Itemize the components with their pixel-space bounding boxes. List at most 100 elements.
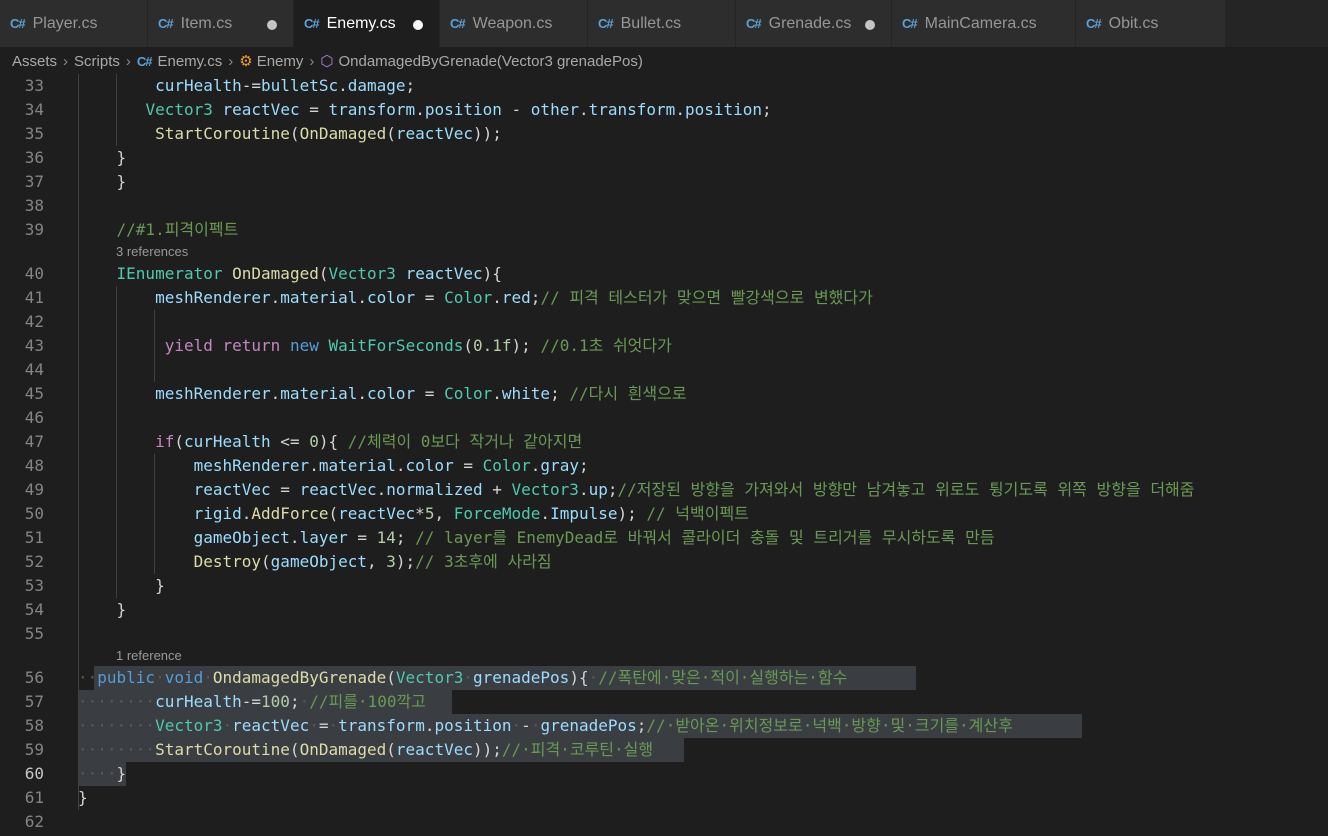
code-token: curHealth (155, 76, 242, 95)
code-token: ); (617, 504, 647, 523)
code-line[interactable]: 35 StartCoroutine(OnDamaged(reactVec)); (0, 122, 1328, 146)
code-token: OnDamaged (232, 264, 319, 283)
unsaved-dot-icon[interactable] (865, 20, 875, 30)
codelens-reference[interactable]: 1 reference (116, 646, 182, 666)
line-number: 34 (24, 100, 44, 119)
tab-bullet[interactable]: C# Bullet.cs (588, 0, 736, 47)
code-token: curHealth (183, 432, 271, 451)
code-token: · (511, 716, 522, 735)
breadcrumb-assets[interactable]: Assets (12, 53, 57, 70)
code-line[interactable]: 61} (0, 786, 1328, 810)
code-token: StartCoroutine (155, 740, 290, 759)
line-number: 55 (24, 624, 44, 643)
code-token: OnDamaged (299, 124, 387, 143)
code-line[interactable]: 45 meshRenderer.material.color = Color.w… (0, 382, 1328, 406)
code-line[interactable]: 47 if(curHealth <= 0){ //체력이 0보다 작거나 같아지… (0, 430, 1328, 454)
code-token: ForceMode (453, 504, 541, 523)
csharp-icon: C# (746, 16, 762, 31)
code-line[interactable]: 48 meshRenderer.material.color = Color.g… (0, 454, 1328, 478)
code-line[interactable]: 53 } (0, 574, 1328, 598)
code-editor[interactable]: 3 references 1 reference 33 curHealth-=b… (0, 74, 1328, 836)
code-token: new (289, 336, 319, 355)
code-line[interactable]: 49 reactVec = reactVec.normalized + Vect… (0, 478, 1328, 502)
code-token: ( (463, 336, 473, 355)
code-line[interactable]: 62 (0, 810, 1328, 834)
breadcrumb-class[interactable]: Enemy (257, 53, 304, 70)
tab-enemy[interactable]: C# Enemy.cs (294, 0, 440, 47)
code-token: . (270, 288, 281, 307)
tab-weapon[interactable]: C# Weapon.cs (440, 0, 588, 47)
code-token: ; (578, 456, 589, 475)
line-number: 37 (24, 172, 44, 191)
code-line[interactable]: 59 ········StartCoroutine(OnDamaged(react… (0, 738, 1328, 762)
tab-grenade[interactable]: C# Grenade.cs (736, 0, 892, 47)
line-number: 62 (24, 812, 44, 831)
code-token: position (434, 716, 512, 735)
code-token: color (405, 456, 454, 475)
code-line[interactable]: 36 } (0, 146, 1328, 170)
code-line[interactable]: 42 (0, 310, 1328, 334)
code-token: public (97, 668, 156, 687)
code-token: ){ (318, 432, 348, 451)
code-line[interactable]: 44 (0, 358, 1328, 382)
unsaved-dot-icon[interactable] (413, 20, 423, 30)
code-line[interactable]: 56 ··public·void·OndamagedByGrenade(Vecto… (0, 666, 1328, 690)
code-line[interactable]: 40 IEnumerator OnDamaged(Vector3 reactVe… (0, 262, 1328, 286)
code-line[interactable]: 55 (0, 622, 1328, 646)
csharp-icon: C# (10, 16, 26, 31)
code-token: . (289, 528, 300, 547)
breadcrumb-method[interactable]: OndamagedByGrenade(Vector3 grenadePos) (338, 53, 642, 70)
breadcrumb-file[interactable]: Enemy.cs (157, 53, 222, 70)
code-line[interactable]: 43 yield return new WaitForSeconds(0.1f)… (0, 334, 1328, 358)
code-text: meshRenderer.material.color = Color.red;… (78, 286, 873, 310)
csharp-icon: C# (136, 53, 153, 69)
tab-obit[interactable]: C# Obit.cs (1076, 0, 1226, 47)
code-token: ( (261, 552, 271, 571)
code-text: curHealth-=bulletSc.damage; (78, 74, 415, 98)
breadcrumb: Assets › Scripts › C# Enemy.cs › ⚙ Enemy… (0, 47, 1328, 75)
code-line[interactable]: 37 } (0, 170, 1328, 194)
codelens-references[interactable]: 3 references (116, 242, 188, 262)
code-line[interactable]: 39 //#1.피격이펙트 (0, 218, 1328, 242)
csharp-icon: C# (158, 16, 174, 31)
breadcrumb-scripts[interactable]: Scripts (74, 53, 120, 70)
code-token: , (367, 552, 387, 571)
csharp-icon: C# (902, 16, 918, 31)
code-line[interactable]: 38 (0, 194, 1328, 218)
unsaved-dot-icon[interactable] (267, 20, 277, 30)
line-number: 36 (24, 148, 44, 167)
code-line[interactable]: 52 Destroy(gameObject, 3);// 3초후에 사라짐 (0, 550, 1328, 574)
code-line[interactable]: 46 (0, 406, 1328, 430)
code-token: . (357, 384, 367, 403)
code-token: = (415, 288, 445, 307)
code-line[interactable]: 50 rigid.AddForce(reactVec*5, ForceMode.… (0, 502, 1328, 526)
code-text: } (78, 146, 127, 170)
code-line[interactable]: 51 gameObject.layer = 14; // layer를 Enem… (0, 526, 1328, 550)
line-number: 38 (24, 196, 44, 215)
tab-player[interactable]: C# Player.cs (0, 0, 148, 47)
code-token: } (116, 764, 127, 783)
code-token: . (578, 100, 589, 119)
code-line[interactable]: 60 ····} (0, 762, 1328, 786)
tab-label: Player.cs (32, 14, 98, 32)
code-token: . (530, 456, 541, 475)
code-token: ( (289, 124, 300, 143)
code-line[interactable]: 33 curHealth-=bulletSc.damage; (0, 74, 1328, 98)
code-line[interactable]: 34 Vector3 reactVec = transform.position… (0, 98, 1328, 122)
code-token: · (530, 716, 541, 735)
tab-maincamera[interactable]: C# MainCamera.cs (892, 0, 1076, 47)
code-token: ; (550, 384, 570, 403)
code-token: layer (299, 528, 348, 547)
code-line[interactable]: 54 } (0, 598, 1328, 622)
code-text: gameObject.layer = 14; // layer를 EnemyDe… (78, 526, 995, 550)
code-token: reactVec (405, 264, 483, 283)
code-token: gray (540, 456, 579, 475)
code-line[interactable]: 57 ········curHealth-=100;·//피를·100깍고 (0, 690, 1328, 714)
code-line[interactable]: 41 meshRenderer.material.color = Color.r… (0, 286, 1328, 310)
code-token: ( (386, 668, 396, 687)
tab-item[interactable]: C# Item.cs (148, 0, 294, 47)
code-line[interactable]: 58 ········Vector3·reactVec·=·transform.p… (0, 714, 1328, 738)
